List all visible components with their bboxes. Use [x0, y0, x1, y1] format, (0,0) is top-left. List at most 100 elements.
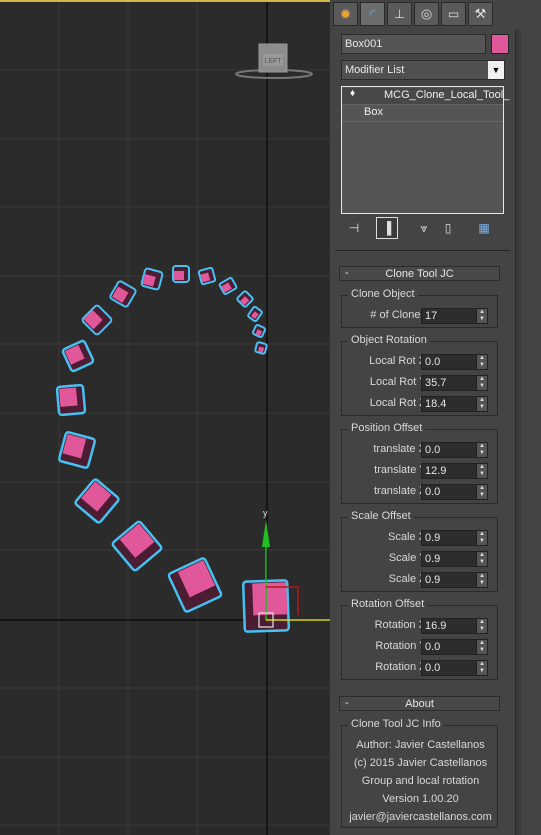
spinner-arrows-icon[interactable]: ▲ ▼	[476, 397, 487, 411]
group-label: Position Offset	[348, 422, 426, 434]
group-label: Object Rotation	[348, 334, 430, 346]
scale-z-value: 0.9	[425, 574, 441, 586]
modifier-stack-item[interactable]: Box	[342, 105, 503, 122]
make-unique-icon: ⩔	[420, 220, 428, 235]
command-panel: ✹ ◜ ⊥ ◎ ▭ ⚒ Box001 Modifier List ▼ ♦ MCG…	[331, 0, 541, 835]
email-text: javier@javiercastellanos.com	[349, 811, 492, 823]
hierarchy-icon: ⊥	[394, 7, 405, 21]
scale-offset-group: Scale Offset Scale X: 0.9 ▲ ▼ Scale Y: 0.9 ▲ ▼…	[341, 510, 498, 592]
create-icon: ✹	[339, 5, 352, 22]
lightbulb-icon[interactable]: ♦	[350, 88, 355, 99]
rotation-x-value: 16.9	[425, 620, 447, 632]
show-end-result-button[interactable]: ▐	[376, 217, 398, 239]
scale-z-spinner[interactable]: 0.9 ▲ ▼	[421, 572, 488, 588]
object-name-field[interactable]: Box001	[341, 34, 486, 54]
object-rotation-group: Object Rotation Local Rot X: 0.0 ▲ ▼ Local …	[341, 334, 498, 416]
spinner-arrows-icon[interactable]: ▲ ▼	[476, 661, 487, 675]
clone-tool-title: Clone Tool JC	[385, 268, 454, 280]
spinner-arrows-icon[interactable]: ▲ ▼	[476, 443, 487, 457]
command-panel-tabs: ✹ ◜ ⊥ ◎ ▭ ⚒	[333, 2, 493, 28]
translate-x-value: 0.0	[425, 444, 441, 456]
description-text: Group and local rotation	[361, 775, 480, 787]
local-rot-y-spinner[interactable]: 35.7 ▲ ▼	[421, 375, 488, 391]
viewport-canvas[interactable]: LEFT y	[0, 2, 330, 835]
translate-z-spinner[interactable]: 0.0 ▲ ▼	[421, 484, 488, 500]
local-rot-x-label: Local Rot X:	[369, 355, 429, 367]
local-rot-y-value: 35.7	[425, 377, 447, 389]
viewport-left[interactable]: LEFT y	[0, 0, 330, 835]
modifier-stack[interactable]: ♦ MCG_Clone_Local_Tool_ Box	[341, 86, 509, 214]
spinner-arrows-icon[interactable]: ▲ ▼	[476, 552, 487, 566]
rotation-z-value: 0.0	[425, 662, 441, 674]
copyright-text: (c) 2015 Javier Castellanos	[353, 757, 488, 769]
scale-x-spinner[interactable]: 0.9 ▲ ▼	[421, 530, 488, 546]
clones-spinner[interactable]: 17 ▲ ▼	[421, 308, 488, 324]
translate-y-value: 12.9	[425, 465, 447, 477]
scale-y-spinner[interactable]: 0.9 ▲ ▼	[421, 551, 488, 567]
local-rot-z-spinner[interactable]: 18.4 ▲ ▼	[421, 396, 488, 412]
modifier-stack-item-label: Box	[364, 106, 383, 118]
rotation-y-spinner[interactable]: 0.0 ▲ ▼	[421, 639, 488, 655]
spinner-arrows-icon[interactable]: ▲ ▼	[476, 573, 487, 587]
tab-hierarchy[interactable]: ⊥	[387, 2, 412, 26]
rotation-x-spinner[interactable]: 16.9 ▲ ▼	[421, 618, 488, 634]
configure-icon: ▦	[478, 221, 490, 235]
scale-x-value: 0.9	[425, 532, 441, 544]
tab-create[interactable]: ✹	[333, 2, 358, 26]
translate-y-spinner[interactable]: 12.9 ▲ ▼	[421, 463, 488, 479]
rotation-z-spinner[interactable]: 0.0 ▲ ▼	[421, 660, 488, 676]
trash-icon: ▯	[444, 221, 452, 235]
scale-y-value: 0.9	[425, 553, 441, 565]
modifier-stack-item[interactable]: ♦ MCG_Clone_Local_Tool_	[342, 88, 509, 105]
end-result-icon: ▐	[382, 221, 392, 235]
utilities-icon: ⚒	[474, 6, 487, 21]
position-offset-group: Position Offset translate X: 0.0 ▲ ▼ transl…	[341, 422, 498, 504]
tab-motion[interactable]: ◎	[414, 2, 439, 26]
make-unique-button[interactable]: ⩔	[413, 217, 435, 239]
modify-icon: ◜	[369, 5, 376, 22]
translate-x-spinner[interactable]: 0.0 ▲ ▼	[421, 442, 488, 458]
pin-stack-button[interactable]: ⊣	[343, 217, 365, 239]
group-label: Clone Object	[348, 288, 418, 300]
version-text: Version 1.00.20	[382, 793, 459, 805]
modifier-stack-item-label: MCG_Clone_Local_Tool_	[384, 89, 510, 101]
collapse-icon: -	[345, 697, 349, 709]
group-label: Scale Offset	[348, 510, 414, 522]
motion-icon: ◎	[420, 6, 433, 21]
spinner-arrows-icon[interactable]: ▲ ▼	[476, 355, 487, 369]
group-label: Rotation Offset	[348, 598, 428, 610]
clone-box-chain[interactable]	[55, 265, 291, 633]
spinner-arrows-icon[interactable]: ▲ ▼	[476, 309, 487, 323]
dropdown-arrow-icon[interactable]: ▼	[488, 61, 504, 79]
pin-icon: ⊣	[348, 221, 360, 235]
tab-modify[interactable]: ◜	[360, 2, 385, 26]
local-rot-x-spinner[interactable]: 0.0 ▲ ▼	[421, 354, 488, 370]
about-rollout-header[interactable]: - About	[339, 696, 500, 711]
tab-display[interactable]: ▭	[441, 2, 466, 26]
object-color-swatch[interactable]	[491, 34, 509, 54]
view-cube-label: LEFT	[264, 58, 282, 65]
spinner-arrows-icon[interactable]: ▲ ▼	[476, 531, 487, 545]
view-cube[interactable]: LEFT	[235, 43, 313, 79]
local-rot-z-value: 18.4	[425, 398, 447, 410]
configure-modifier-sets-button[interactable]: ▦	[473, 217, 495, 239]
translate-z-value: 0.0	[425, 486, 441, 498]
local-rot-x-value: 0.0	[425, 356, 441, 368]
panel-scrollbar[interactable]	[515, 30, 521, 835]
tab-utilities[interactable]: ⚒	[468, 2, 493, 26]
remove-modifier-button[interactable]: ▯	[437, 217, 459, 239]
spinner-arrows-icon[interactable]: ▲ ▼	[476, 376, 487, 390]
spinner-arrows-icon[interactable]: ▲ ▼	[476, 619, 487, 633]
spinner-arrows-icon[interactable]: ▲ ▼	[476, 485, 487, 499]
group-label: Clone Tool JC Info	[348, 718, 444, 730]
clones-value: 17	[425, 310, 438, 322]
rotation-offset-group: Rotation Offset Rotation X: 16.9 ▲ ▼ Rotati…	[341, 598, 498, 680]
collapse-icon: -	[345, 267, 349, 279]
modifier-list-dropdown[interactable]: Modifier List ▼	[341, 60, 505, 80]
clone-object-group: Clone Object # of Clones: 17 ▲ ▼	[341, 288, 498, 328]
spinner-arrows-icon[interactable]: ▲ ▼	[476, 464, 487, 478]
spinner-arrows-icon[interactable]: ▲ ▼	[476, 640, 487, 654]
gizmo-y-label: y	[263, 508, 268, 518]
divider	[335, 250, 510, 251]
clone-tool-rollout-header[interactable]: - Clone Tool JC	[339, 266, 500, 281]
